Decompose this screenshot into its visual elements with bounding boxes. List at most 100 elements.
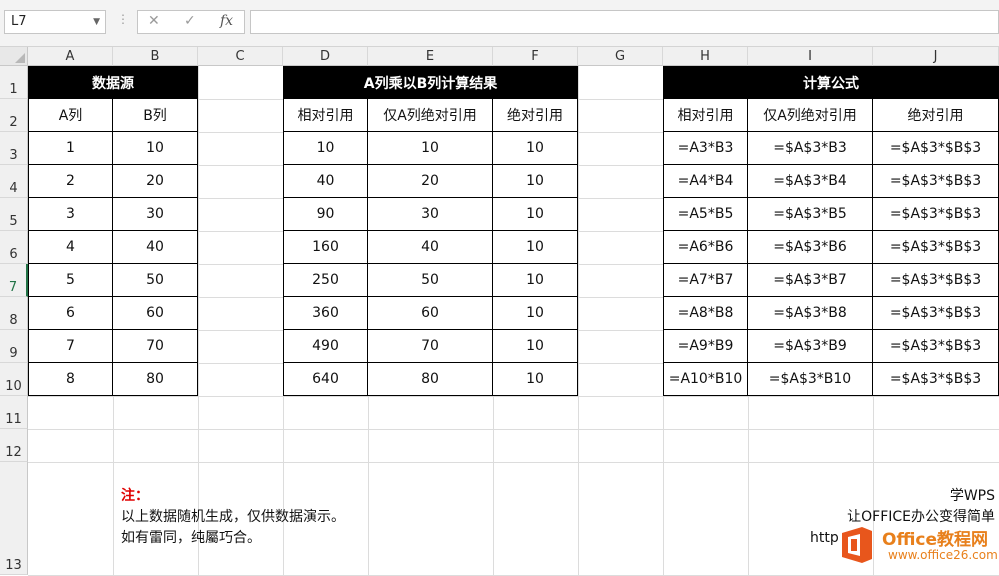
row-header-2[interactable]: 2 — [0, 99, 28, 132]
source-data-cell[interactable]: 6 — [28, 297, 113, 330]
source-title-cell[interactable]: 数据源 — [28, 66, 198, 99]
column-header-b[interactable]: B — [113, 47, 198, 66]
column-header-e[interactable]: E — [368, 47, 493, 66]
row-header-12[interactable]: 12 — [0, 429, 28, 462]
formulas-data-cell[interactable]: =$A$3*$B$3 — [873, 132, 999, 165]
formulas-data-cell[interactable]: =$A$3*$B$3 — [873, 198, 999, 231]
source-data-cell[interactable]: 10 — [113, 132, 198, 165]
column-header-i[interactable]: I — [748, 47, 873, 66]
result-data-cell[interactable]: 10 — [368, 132, 493, 165]
formulas-title-cell[interactable]: 计算公式 — [663, 66, 999, 99]
source-data-cell[interactable]: 5 — [28, 264, 113, 297]
formulas-data-cell[interactable]: =$A$3*$B$3 — [873, 231, 999, 264]
formulas-header-cell[interactable]: 绝对引用 — [873, 99, 999, 132]
formulas-data-cell[interactable]: =$A$3*$B$3 — [873, 363, 999, 396]
source-data-cell[interactable]: 7 — [28, 330, 113, 363]
source-data-cell[interactable]: 4 — [28, 231, 113, 264]
source-data-cell[interactable]: 40 — [113, 231, 198, 264]
result-data-cell[interactable]: 90 — [283, 198, 368, 231]
result-header-cell[interactable]: 相对引用 — [283, 99, 368, 132]
source-data-cell[interactable]: 1 — [28, 132, 113, 165]
formulas-data-cell[interactable]: =$A$3*B6 — [748, 231, 873, 264]
result-data-cell[interactable]: 10 — [493, 198, 578, 231]
row-header-4[interactable]: 4 — [0, 165, 28, 198]
source-data-cell[interactable]: 3 — [28, 198, 113, 231]
formulas-data-cell[interactable]: =A7*B7 — [663, 264, 748, 297]
source-data-cell[interactable]: 60 — [113, 297, 198, 330]
source-data-cell[interactable]: 70 — [113, 330, 198, 363]
result-data-cell[interactable]: 10 — [493, 264, 578, 297]
result-data-cell[interactable]: 30 — [368, 198, 493, 231]
formulas-data-cell[interactable]: =$A$3*B5 — [748, 198, 873, 231]
result-data-cell[interactable]: 40 — [368, 231, 493, 264]
source-header-cell[interactable]: B列 — [113, 99, 198, 132]
formulas-data-cell[interactable]: =A9*B9 — [663, 330, 748, 363]
result-data-cell[interactable]: 40 — [283, 165, 368, 198]
name-box[interactable]: L7 ▼ — [4, 10, 106, 34]
result-data-cell[interactable]: 20 — [368, 165, 493, 198]
row-header-7[interactable]: 7 — [0, 264, 28, 297]
source-header-cell[interactable]: A列 — [28, 99, 113, 132]
chevron-down-icon[interactable]: ▼ — [93, 11, 100, 33]
formulas-data-cell[interactable]: =A10*B10 — [663, 363, 748, 396]
formulas-data-cell[interactable]: =$A$3*B3 — [748, 132, 873, 165]
source-data-cell[interactable]: 8 — [28, 363, 113, 396]
result-data-cell[interactable]: 10 — [493, 330, 578, 363]
result-title-cell[interactable]: A列乘以B列计算结果 — [283, 66, 578, 99]
row-header-1[interactable]: 1 — [0, 66, 28, 99]
formulas-data-cell[interactable]: =$A$3*B7 — [748, 264, 873, 297]
row-header-13[interactable]: 13 — [0, 462, 28, 575]
result-data-cell[interactable]: 10 — [283, 132, 368, 165]
source-data-cell[interactable]: 50 — [113, 264, 198, 297]
source-data-cell[interactable]: 80 — [113, 363, 198, 396]
row-header-9[interactable]: 9 — [0, 330, 28, 363]
row-header-8[interactable]: 8 — [0, 297, 28, 330]
result-data-cell[interactable]: 10 — [493, 165, 578, 198]
result-data-cell[interactable]: 10 — [493, 363, 578, 396]
formulas-data-cell[interactable]: =$A$3*$B$3 — [873, 330, 999, 363]
formulas-data-cell[interactable]: =$A$3*$B$3 — [873, 264, 999, 297]
result-data-cell[interactable]: 70 — [368, 330, 493, 363]
formulas-data-cell[interactable]: =A3*B3 — [663, 132, 748, 165]
source-data-cell[interactable]: 20 — [113, 165, 198, 198]
column-header-h[interactable]: H — [663, 47, 748, 66]
result-header-cell[interactable]: 绝对引用 — [493, 99, 578, 132]
formulas-data-cell[interactable]: =A5*B5 — [663, 198, 748, 231]
row-header-10[interactable]: 10 — [0, 363, 28, 396]
result-data-cell[interactable]: 60 — [368, 297, 493, 330]
result-data-cell[interactable]: 80 — [368, 363, 493, 396]
row-header-5[interactable]: 5 — [0, 198, 28, 231]
cancel-icon[interactable]: ✕ — [148, 13, 160, 29]
result-data-cell[interactable]: 250 — [283, 264, 368, 297]
result-data-cell[interactable]: 10 — [493, 297, 578, 330]
formulas-data-cell[interactable]: =$A$3*B8 — [748, 297, 873, 330]
formulas-data-cell[interactable]: =$A$3*$B$3 — [873, 165, 999, 198]
result-data-cell[interactable]: 50 — [368, 264, 493, 297]
result-data-cell[interactable]: 10 — [493, 132, 578, 165]
formulas-data-cell[interactable]: =A4*B4 — [663, 165, 748, 198]
formulas-header-cell[interactable]: 仅A列绝对引用 — [748, 99, 873, 132]
formulas-data-cell[interactable]: =$A$3*$B$3 — [873, 297, 999, 330]
result-data-cell[interactable]: 10 — [493, 231, 578, 264]
row-header-6[interactable]: 6 — [0, 231, 28, 264]
result-data-cell[interactable]: 360 — [283, 297, 368, 330]
column-header-f[interactable]: F — [493, 47, 578, 66]
formulas-data-cell[interactable]: =$A$3*B4 — [748, 165, 873, 198]
insert-function-icon[interactable]: fx — [220, 13, 233, 29]
column-header-a[interactable]: A — [28, 47, 113, 66]
result-data-cell[interactable]: 490 — [283, 330, 368, 363]
formulas-header-cell[interactable]: 相对引用 — [663, 99, 748, 132]
select-all-button[interactable] — [0, 47, 28, 66]
column-header-d[interactable]: D — [283, 47, 368, 66]
result-data-cell[interactable]: 160 — [283, 231, 368, 264]
column-header-j[interactable]: J — [873, 47, 999, 66]
source-data-cell[interactable]: 30 — [113, 198, 198, 231]
confirm-icon[interactable]: ✓ — [184, 13, 196, 29]
formulas-data-cell[interactable]: =$A$3*B9 — [748, 330, 873, 363]
formulas-data-cell[interactable]: =A8*B8 — [663, 297, 748, 330]
formula-input[interactable] — [250, 10, 999, 34]
result-data-cell[interactable]: 640 — [283, 363, 368, 396]
source-data-cell[interactable]: 2 — [28, 165, 113, 198]
drag-handle-icon[interactable]: ⋮ — [117, 12, 129, 26]
row-header-11[interactable]: 11 — [0, 396, 28, 429]
